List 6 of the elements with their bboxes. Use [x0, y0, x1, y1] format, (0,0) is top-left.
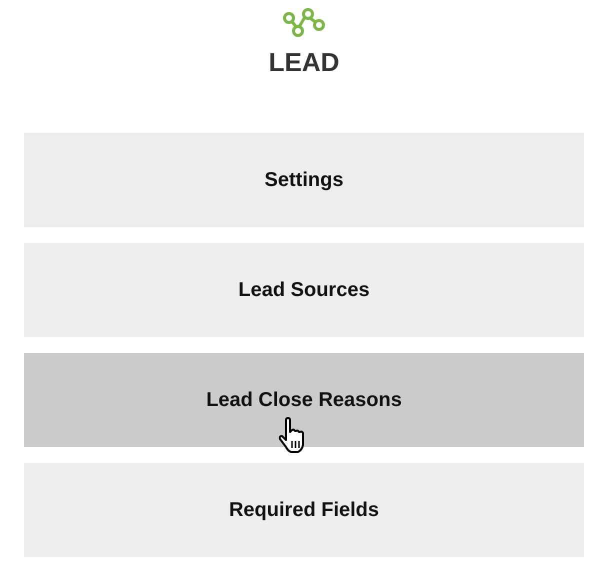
page-title: LEAD [268, 49, 340, 75]
menu-button[interactable]: Required Fields [24, 463, 584, 557]
menu-button[interactable]: Settings [24, 133, 584, 227]
menu-button[interactable]: Lead Close Reasons [24, 353, 584, 447]
network-icon [282, 7, 326, 39]
menu-button[interactable]: Lead Sources [24, 243, 584, 337]
